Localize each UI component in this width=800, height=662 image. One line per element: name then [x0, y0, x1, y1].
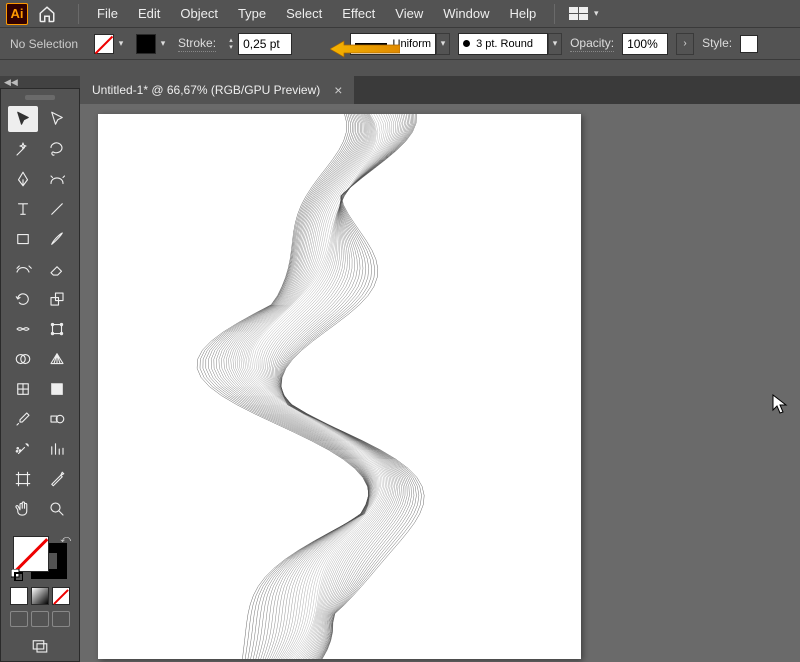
- tool-paintbrush[interactable]: [42, 226, 72, 252]
- tool-direct-selection[interactable]: [42, 106, 72, 132]
- canvas-area[interactable]: [80, 104, 800, 662]
- stroke-swatch[interactable]: [136, 34, 156, 54]
- selection-status: No Selection: [10, 37, 78, 51]
- tool-shaper[interactable]: [8, 256, 38, 282]
- artboard[interactable]: [98, 114, 581, 659]
- draw-normal-icon[interactable]: [10, 611, 28, 627]
- home-icon[interactable]: [36, 3, 58, 25]
- variable-width-label: Uniform: [393, 38, 432, 50]
- chevron-down-icon[interactable]: ▾: [114, 34, 128, 54]
- style-label[interactable]: Style:: [702, 36, 732, 51]
- document-tab-bar: Untitled-1* @ 66,67% (RGB/GPU Preview) ×: [80, 76, 800, 104]
- color-mode-gradient[interactable]: [31, 587, 49, 605]
- stroke-weight-input[interactable]: 0,25 pt: [238, 33, 292, 55]
- close-icon[interactable]: ×: [334, 82, 342, 98]
- tool-magic-wand[interactable]: [8, 136, 38, 162]
- tool-eyedropper[interactable]: [8, 406, 38, 432]
- opacity-label[interactable]: Opacity:: [570, 36, 614, 52]
- chevron-down-icon[interactable]: ▾: [436, 33, 450, 55]
- menu-help[interactable]: Help: [499, 0, 546, 28]
- tool-selection[interactable]: [8, 106, 38, 132]
- fill-swatch[interactable]: [94, 34, 114, 54]
- app-logo[interactable]: Ai: [6, 3, 28, 25]
- color-mode-none[interactable]: [52, 587, 70, 605]
- tool-rectangle[interactable]: [8, 226, 38, 252]
- divider: [554, 4, 555, 24]
- menu-effect[interactable]: Effect: [332, 0, 385, 28]
- tool-pen[interactable]: [8, 166, 38, 192]
- stroke-swatch-group[interactable]: ▾: [136, 34, 170, 54]
- chevron-down-icon[interactable]: ▾: [156, 34, 170, 54]
- color-mode-row: [10, 587, 70, 605]
- panel-collapse-strip[interactable]: ◀◀: [0, 76, 80, 88]
- tool-free-transform[interactable]: [42, 316, 72, 342]
- draw-behind-icon[interactable]: [31, 611, 49, 627]
- default-fill-stroke-icon[interactable]: [11, 569, 23, 581]
- menu-edit[interactable]: Edit: [128, 0, 170, 28]
- menu-view[interactable]: View: [385, 0, 433, 28]
- brush-label: 3 pt. Round: [476, 38, 533, 50]
- toolbox: ⤺: [0, 88, 80, 662]
- tool-column-graph[interactable]: [42, 436, 72, 462]
- stepper-icon[interactable]: ▴▾: [224, 33, 238, 55]
- tool-gradient[interactable]: [42, 376, 72, 402]
- tool-symbol-sprayer[interactable]: [8, 436, 38, 462]
- tool-artboard[interactable]: [8, 466, 38, 492]
- brush-definition[interactable]: 3 pt. Round: [458, 33, 548, 55]
- toolbox-grip[interactable]: [25, 95, 55, 100]
- draw-inside-icon[interactable]: [52, 611, 70, 627]
- menu-window[interactable]: Window: [433, 0, 499, 28]
- tool-zoom[interactable]: [42, 496, 72, 522]
- tool-type[interactable]: [8, 196, 38, 222]
- tool-scale[interactable]: [42, 286, 72, 312]
- tool-eraser[interactable]: [42, 256, 72, 282]
- change-screen-mode-icon[interactable]: [27, 637, 53, 655]
- tool-shape-builder[interactable]: [8, 346, 38, 372]
- dot-icon: [463, 40, 470, 47]
- menu-bar: Ai File Edit Object Type Select Effect V…: [0, 0, 800, 28]
- tool-curvature[interactable]: [42, 166, 72, 192]
- menu-object[interactable]: Object: [170, 0, 228, 28]
- tool-line[interactable]: [42, 196, 72, 222]
- chevron-down-icon[interactable]: ▾: [589, 4, 603, 24]
- tool-width[interactable]: [8, 316, 38, 342]
- document-tab-title: Untitled-1* @ 66,67% (RGB/GPU Preview): [92, 83, 320, 97]
- opacity-input[interactable]: 100%: [622, 33, 668, 55]
- mouse-cursor-icon: [772, 394, 788, 419]
- draw-mode-row: [10, 611, 70, 627]
- tool-rotate[interactable]: [8, 286, 38, 312]
- menu-type[interactable]: Type: [228, 0, 276, 28]
- fill-swatch-group[interactable]: ▾: [94, 34, 128, 54]
- fill-color-box[interactable]: [13, 536, 49, 572]
- tool-blend[interactable]: [42, 406, 72, 432]
- menu-select[interactable]: Select: [276, 0, 332, 28]
- tool-mesh[interactable]: [8, 376, 38, 402]
- divider: [78, 4, 79, 24]
- swap-fill-stroke-icon[interactable]: ⤺: [60, 534, 71, 545]
- chevron-down-icon[interactable]: ▾: [548, 33, 562, 55]
- control-bar: No Selection ▾ ▾ Stroke: ▴▾ 0,25 pt Unif…: [0, 28, 800, 60]
- document-tab[interactable]: Untitled-1* @ 66,67% (RGB/GPU Preview) ×: [80, 76, 354, 104]
- color-mode-solid[interactable]: [10, 587, 28, 605]
- tool-perspective-grid[interactable]: [42, 346, 72, 372]
- workspace-switcher-icon[interactable]: [569, 7, 589, 21]
- style-swatch[interactable]: [740, 35, 758, 53]
- stroke-weight-field[interactable]: ▴▾ 0,25 pt: [224, 33, 292, 55]
- opacity-expand-icon[interactable]: ›: [676, 33, 694, 55]
- tool-lasso[interactable]: [42, 136, 72, 162]
- tool-slice[interactable]: [42, 466, 72, 492]
- stroke-label[interactable]: Stroke:: [178, 36, 216, 52]
- variable-width-profile[interactable]: Uniform: [350, 33, 436, 55]
- menu-file[interactable]: File: [87, 0, 128, 28]
- fill-stroke-indicator[interactable]: ⤺: [13, 536, 67, 579]
- artwork-blend: [98, 114, 581, 659]
- tool-hand[interactable]: [8, 496, 38, 522]
